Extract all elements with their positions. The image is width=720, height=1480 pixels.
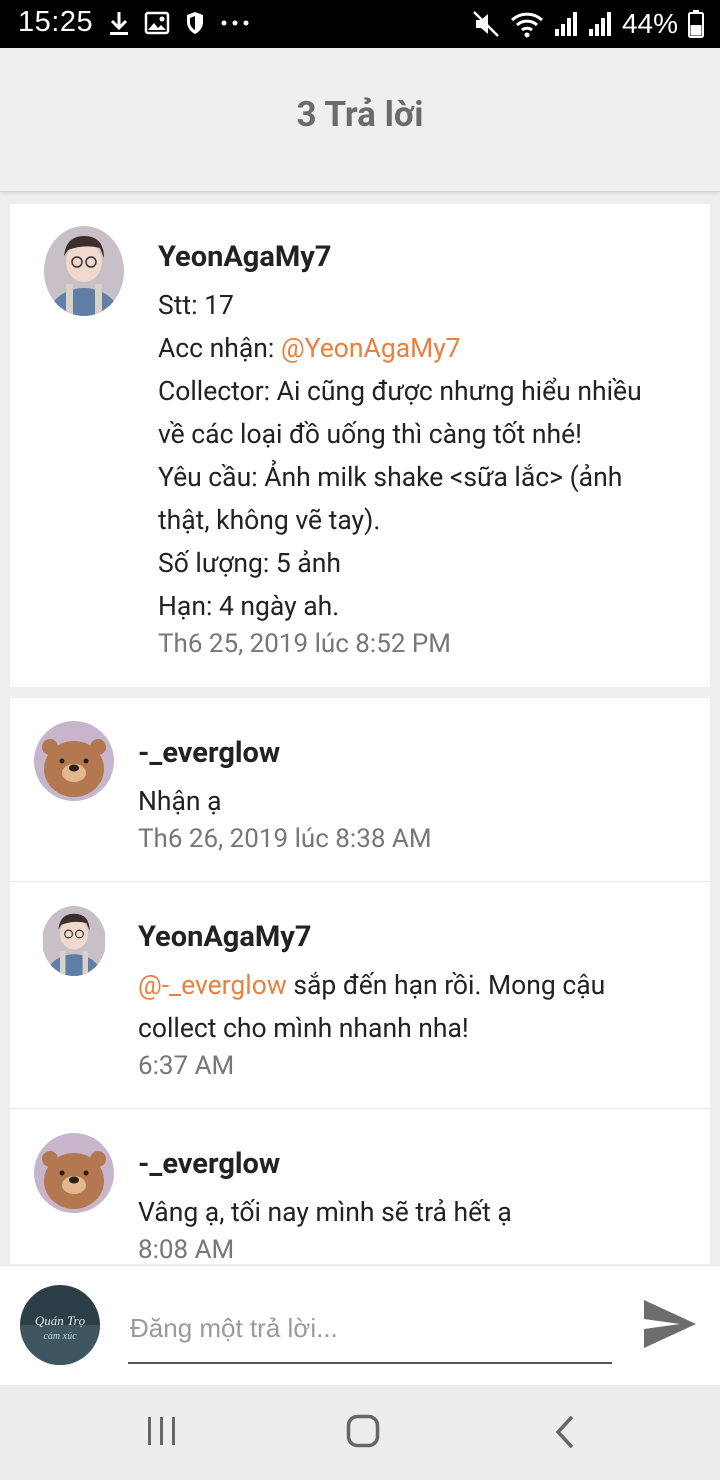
divider bbox=[10, 1108, 710, 1109]
post-line: thật, không vẽ tay). bbox=[158, 505, 381, 536]
avatar[interactable] bbox=[44, 226, 124, 316]
replies-list[interactable]: -_everglow Nhận ạ Th6 26, 2019 lúc 8:38 … bbox=[10, 698, 710, 1264]
battery-percentage: 44% bbox=[621, 8, 678, 39]
reply-author[interactable]: -_everglow bbox=[138, 736, 280, 770]
avatar[interactable]: Quán Trọ cảm xúc bbox=[20, 1285, 100, 1365]
post-line: về các loại đồ uống thì càng tốt nhé! bbox=[158, 419, 582, 450]
divider bbox=[10, 881, 710, 882]
avatar-image: Quán Trọ cảm xúc bbox=[20, 1285, 100, 1365]
reply-author[interactable]: YeonAgaMy7 bbox=[138, 920, 312, 954]
app-header: 3 Trả lời bbox=[0, 48, 720, 192]
shield-icon bbox=[187, 12, 203, 34]
image-icon bbox=[144, 11, 170, 35]
status-time: 15:25 bbox=[18, 6, 94, 38]
avatar[interactable] bbox=[34, 1133, 114, 1213]
reply-input[interactable] bbox=[128, 1294, 612, 1364]
download-icon bbox=[110, 12, 128, 35]
status-bar: 15:25 44% bbox=[0, 0, 720, 48]
mute-icon bbox=[473, 11, 499, 37]
post-line: Hạn: 4 ngày ah. bbox=[158, 591, 340, 622]
avatar[interactable] bbox=[34, 721, 114, 801]
recent-apps-icon[interactable] bbox=[146, 1415, 178, 1447]
battery-icon bbox=[688, 10, 704, 38]
signal-icon bbox=[554, 12, 577, 36]
original-post-card: YeonAgaMy7 Stt: 17 Acc nhận: @YeonAgaMy7… bbox=[10, 204, 710, 687]
post-line-acc: Acc nhận: @YeonAgaMy7 bbox=[158, 327, 688, 370]
system-icons: 44% bbox=[472, 8, 704, 40]
page-title: 3 Trả lời bbox=[296, 94, 424, 135]
avatar-image bbox=[44, 226, 124, 316]
home-icon[interactable] bbox=[346, 1414, 380, 1448]
reply-text-after-mention: sắp đến hạn rồi. Mong cậu bbox=[286, 970, 606, 1001]
reply-timestamp: 8:08 AM bbox=[138, 1235, 235, 1264]
post-line: Stt: 17 bbox=[158, 290, 234, 321]
reply-line: collect cho mình nhanh nha! bbox=[138, 1013, 469, 1044]
back-icon[interactable] bbox=[554, 1415, 576, 1449]
post-author[interactable]: YeonAgaMy7 bbox=[158, 240, 332, 274]
reply-text: @-_everglow sắp đến hạn rồi. Mong cậu co… bbox=[138, 964, 678, 1050]
reply-line: @-_everglow sắp đến hạn rồi. Mong cậu bbox=[138, 964, 678, 1007]
mention-link[interactable]: @-_everglow bbox=[138, 970, 287, 1001]
reply-text: Nhận ạ bbox=[138, 786, 222, 817]
bear-avatar-image bbox=[34, 1133, 114, 1213]
bear-avatar-image bbox=[34, 721, 114, 801]
reply-author[interactable]: -_everglow bbox=[138, 1147, 280, 1181]
avatar[interactable] bbox=[42, 906, 106, 976]
post-line: Collector: Ai cũng được nhưng hiểu nhiều bbox=[158, 376, 642, 407]
post-line: Số lượng: 5 ảnh bbox=[158, 548, 342, 579]
avatar-image bbox=[42, 906, 106, 976]
signal-icon-2 bbox=[588, 12, 611, 36]
system-nav-bar bbox=[0, 1385, 720, 1480]
wifi-icon bbox=[510, 12, 543, 38]
post-line: Yêu cầu: Ảnh milk shake <sữa lắc> (ảnh bbox=[158, 462, 623, 493]
post-timestamp: Th6 25, 2019 lúc 8:52 PM bbox=[158, 629, 451, 659]
notification-icons bbox=[108, 10, 250, 36]
send-icon[interactable] bbox=[642, 1298, 698, 1350]
reply-timestamp: Th6 26, 2019 lúc 8:38 AM bbox=[138, 824, 432, 854]
svg-text:cảm xúc: cảm xúc bbox=[43, 1331, 77, 1342]
avatar-logo-text: Quán Trọ bbox=[35, 1313, 86, 1328]
reply-input-bar: Quán Trọ cảm xúc bbox=[0, 1265, 720, 1385]
acc-label: Acc nhận: bbox=[158, 333, 281, 364]
reply-text: Vâng ạ, tối nay mình sẽ trả hết ạ bbox=[138, 1197, 512, 1228]
reply-timestamp: 6:37 AM bbox=[138, 1051, 235, 1081]
mention-link[interactable]: @YeonAgaMy7 bbox=[281, 333, 461, 364]
more-notifications-icon bbox=[221, 20, 249, 26]
post-body: Stt: 17 Acc nhận: @YeonAgaMy7 Collector:… bbox=[158, 284, 688, 628]
